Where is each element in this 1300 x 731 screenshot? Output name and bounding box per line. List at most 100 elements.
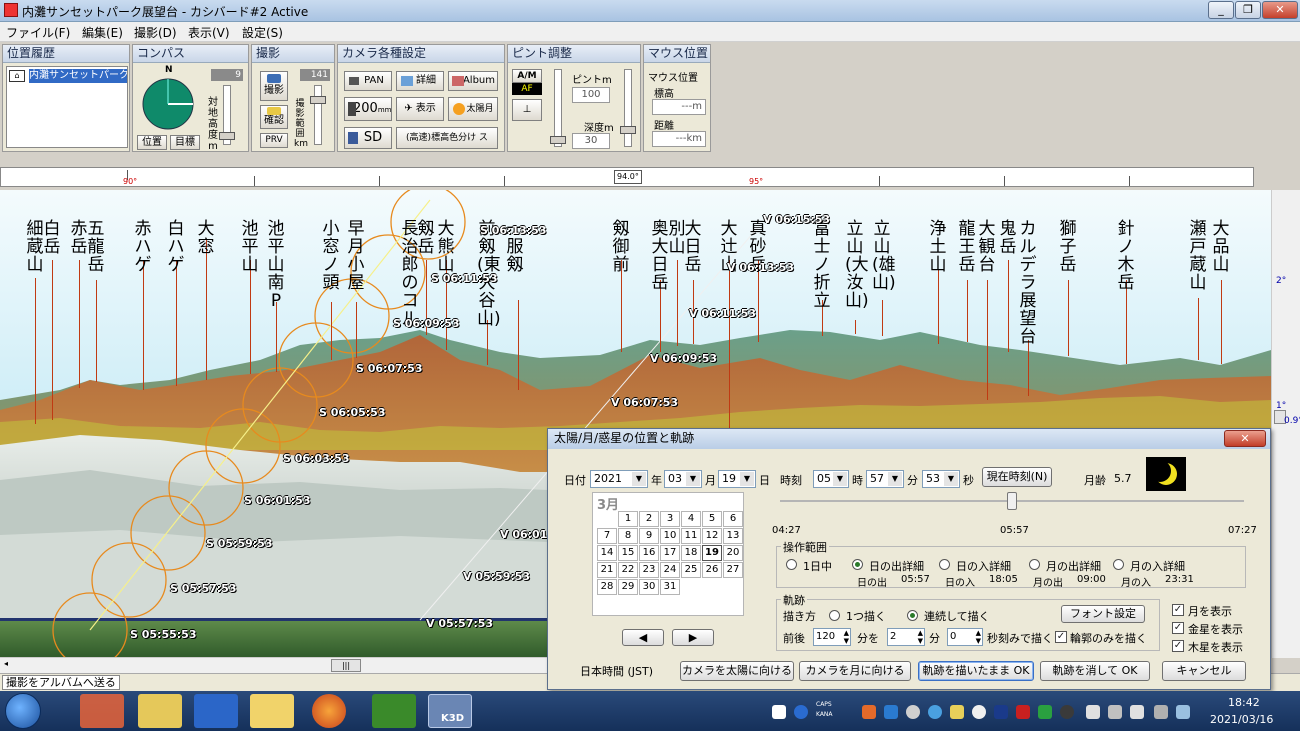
depth-slider[interactable] (620, 69, 636, 147)
clock-date[interactable]: 2021/03/16 (1210, 713, 1273, 726)
calendar-day[interactable]: 26 (702, 562, 722, 578)
sunmoon-button[interactable]: 太陽月 (448, 97, 498, 121)
range-slider-thumb[interactable] (310, 96, 326, 104)
calendar-day[interactable]: 22 (618, 562, 638, 578)
peak-label[interactable]: 浄土山 (928, 220, 948, 274)
calendar-day[interactable]: 28 (597, 579, 617, 595)
peak-label[interactable]: 白ハゲ (166, 220, 186, 274)
radio-moonset[interactable] (1113, 559, 1124, 570)
lens-button[interactable]: 200mm (344, 97, 392, 121)
peak-label[interactable]: 龍王岳 (957, 220, 977, 274)
peak-label[interactable]: 赤ハゲ (133, 220, 153, 274)
calendar-day[interactable]: 24 (660, 562, 680, 578)
flag-icon[interactable] (1108, 705, 1122, 719)
menu-settings[interactable]: 設定(S) (242, 24, 283, 41)
cancel-button[interactable]: キャンセル (1162, 661, 1246, 681)
target-button[interactable]: 目標 (170, 135, 200, 150)
detail-button[interactable]: 詳細 (396, 71, 444, 91)
depth-field[interactable]: 30 (572, 133, 610, 149)
tray-icon[interactable] (972, 705, 986, 719)
tray-icon[interactable] (1038, 705, 1052, 719)
peak-label[interactable]: 鬼岳 (998, 220, 1018, 256)
radio-sunset[interactable] (939, 559, 950, 570)
radio-allday[interactable] (786, 559, 797, 570)
point-camera-sun-button[interactable]: カメラを太陽に向ける (680, 661, 794, 681)
album-button[interactable]: Album (448, 71, 498, 91)
calendar-day[interactable]: 3 (660, 511, 680, 527)
peak-label[interactable]: 大窓 (196, 220, 216, 256)
preview-button[interactable]: PRV (260, 133, 288, 148)
calendar-day[interactable]: 2 (639, 511, 659, 527)
scroll-left-icon[interactable]: ◂ (4, 659, 8, 668)
day-select[interactable]: 19 ▼ (718, 470, 756, 488)
focus-slider-thumb[interactable] (550, 136, 566, 144)
spin-arrows-icon[interactable]: ▲ ▼ (844, 629, 849, 645)
tray-icon[interactable] (950, 705, 964, 719)
radio-moonrise[interactable] (1029, 559, 1040, 570)
clock-time[interactable]: 18:42 (1228, 696, 1260, 709)
focus-target-icon[interactable]: ⊥ (512, 99, 542, 121)
show-moon-checkbox[interactable]: ✓ (1172, 604, 1184, 616)
now-button[interactable]: 現在時刻(N) (982, 467, 1052, 487)
menu-edit[interactable]: 編集(E) (82, 24, 123, 41)
calendar-day[interactable]: 21 (597, 562, 617, 578)
altitude-slider[interactable] (219, 85, 235, 145)
network-icon[interactable] (1086, 705, 1100, 719)
calendar-day[interactable]: 23 (639, 562, 659, 578)
prev-month-button[interactable]: ◀ (622, 629, 664, 646)
calendar[interactable]: 3月 1 2 3 4 5 6 7 8 9 10 11 12 13 14 15 16 17 18 19 20 21 22 23… (592, 492, 744, 616)
interval-minutes-input[interactable]: 2 ▲ ▼ (887, 628, 925, 646)
radio-sunrise[interactable] (852, 559, 863, 570)
year-select[interactable]: 2021 ▼ (590, 470, 648, 488)
tray-icon[interactable] (862, 705, 876, 719)
tray-a-icon[interactable] (772, 705, 786, 719)
spin-arrows-icon[interactable]: ▲ ▼ (918, 629, 923, 645)
calendar-day[interactable]: 10 (660, 528, 680, 544)
calendar-day[interactable]: 13 (723, 528, 743, 544)
peak-label[interactable]: 立山(大汝山) (845, 220, 869, 310)
interval-seconds-input[interactable]: 0 ▲ ▼ (947, 628, 983, 646)
calendar-day[interactable]: 27 (723, 562, 743, 578)
peak-label[interactable]: 大品山 (1211, 220, 1231, 274)
minimize-button[interactable]: _ (1208, 1, 1234, 19)
calendar-day[interactable]: 30 (639, 579, 659, 595)
peak-label[interactable]: カルデラ展望台 (1018, 220, 1038, 346)
calendar-day[interactable]: 4 (681, 511, 701, 527)
volume-icon[interactable] (1130, 705, 1144, 719)
peak-label[interactable]: 小窓ノ頭 (321, 220, 341, 292)
compass-ruler[interactable]: 90° 94.0° 95° (0, 167, 1254, 187)
calendar-day[interactable]: 19 (702, 545, 722, 561)
focus-slider[interactable] (550, 69, 566, 147)
calendar-day[interactable]: 20 (723, 545, 743, 561)
peak-label[interactable]: 池平山南P (266, 220, 286, 310)
menu-view[interactable]: 表示(V) (188, 24, 230, 41)
font-settings-button[interactable]: フォント設定 (1061, 605, 1145, 623)
calendar-day[interactable]: 31 (660, 579, 680, 595)
hour-select[interactable]: 05 ▼ (813, 470, 849, 488)
spin-arrows-icon[interactable]: ▲ ▼ (976, 629, 981, 645)
app-icon-green[interactable] (372, 694, 416, 728)
k3d-app-icon[interactable]: K3D (428, 694, 472, 728)
sd-button[interactable]: SD (344, 127, 392, 149)
next-month-button[interactable]: ▶ (672, 629, 714, 646)
calendar-day[interactable]: 7 (597, 528, 617, 544)
point-camera-moon-button[interactable]: カメラを月に向ける (799, 661, 911, 681)
calendar-day[interactable]: 16 (639, 545, 659, 561)
firefox-icon[interactable] (312, 694, 346, 728)
battery-icon[interactable] (1154, 705, 1168, 719)
menu-file[interactable]: ファイル(F) (6, 24, 70, 41)
depth-slider-thumb[interactable] (620, 126, 636, 134)
radio-draw-one[interactable] (829, 610, 840, 621)
history-list[interactable]: ⌂ 内灘サンセットパーク展 (6, 66, 128, 148)
calendar-day[interactable]: 5 (702, 511, 722, 527)
altitude-slider-thumb[interactable] (219, 132, 235, 140)
peak-label[interactable]: 瀬戸蔵山 (1188, 220, 1208, 292)
peak-label[interactable]: 獅子岳 (1058, 220, 1078, 274)
explorer-icon[interactable] (138, 694, 182, 728)
elevation-scrollbar[interactable]: 2° 1° 0.9° (1271, 190, 1300, 658)
range-minutes-input[interactable]: 120 ▲ ▼ (813, 628, 851, 646)
show-venus-checkbox[interactable]: ✓ (1172, 622, 1184, 634)
month-select[interactable]: 03 ▼ (664, 470, 702, 488)
calendar-day[interactable]: 1 (618, 511, 638, 527)
peak-label[interactable]: 大観台 (977, 220, 997, 274)
